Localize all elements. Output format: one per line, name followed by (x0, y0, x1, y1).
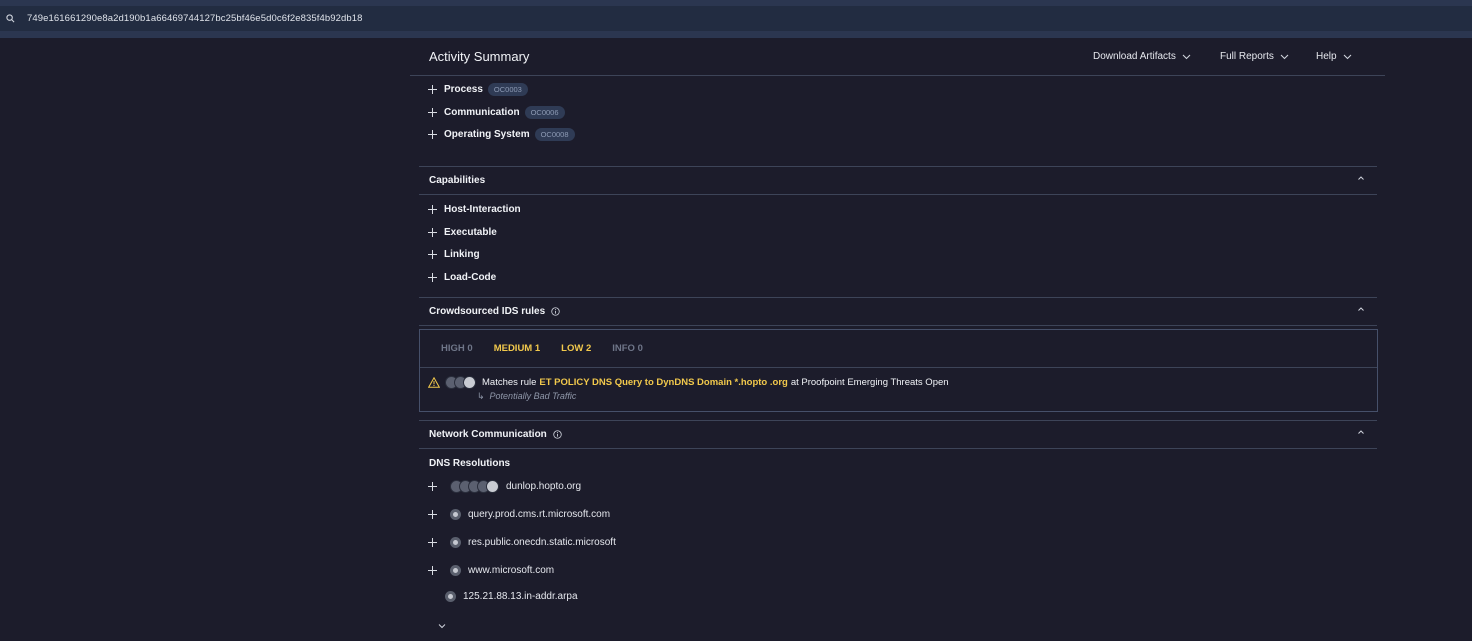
dns-domain[interactable]: dunlop.hopto.org (506, 481, 581, 492)
full-reports-menu[interactable]: Full Reports (1220, 51, 1289, 62)
activity-label: Operating System (444, 129, 530, 140)
activity-summary-header: Activity Summary Download Artifacts Full… (410, 38, 1385, 76)
help-label: Help (1316, 51, 1337, 62)
chevron-down-icon[interactable] (437, 622, 447, 630)
plus-icon[interactable] (427, 226, 439, 238)
capability-item[interactable]: Executable (427, 226, 497, 238)
info-icon[interactable] (553, 430, 562, 439)
download-artifacts-menu[interactable]: Download Artifacts (1093, 51, 1191, 62)
chevron-down-icon (1182, 54, 1191, 59)
chevron-up-icon[interactable] (1357, 305, 1365, 313)
dns-row[interactable]: query.prod.cms.rt.microsoft.com (427, 508, 610, 520)
capabilities-header[interactable]: Capabilities (419, 166, 1377, 195)
capability-label: Load-Code (444, 271, 497, 283)
ids-rules-panel: HIGH 0 MEDIUM 1 LOW 2 INFO 0 Matches rul… (419, 329, 1378, 412)
rule-name-link[interactable]: ET POLICY DNS Query to DynDNS Domain *.h… (539, 377, 787, 388)
network-communication-header[interactable]: Network Communication (419, 420, 1377, 449)
ids-title: Crowdsourced IDS rules (429, 306, 546, 317)
severity-filters: HIGH 0 MEDIUM 1 LOW 2 INFO 0 (441, 343, 643, 354)
plus-icon[interactable] (427, 248, 439, 260)
dns-domain[interactable]: www.microsoft.com (468, 565, 554, 576)
dns-row[interactable]: www.microsoft.com (427, 564, 554, 576)
search-icon[interactable] (0, 14, 20, 23)
download-artifacts-label: Download Artifacts (1093, 51, 1176, 62)
chevron-down-icon (1280, 54, 1289, 59)
severity-high[interactable]: HIGH 0 (441, 343, 473, 354)
help-menu[interactable]: Help (1316, 51, 1352, 62)
activity-item-process[interactable]: Process OC0003 (427, 83, 528, 96)
detector-avatars (450, 480, 499, 493)
detector-icon (463, 376, 476, 389)
globe-icon (445, 591, 456, 602)
chevron-up-icon[interactable] (1357, 174, 1365, 182)
globe-icon (450, 508, 461, 520)
ids-rule-match: Matches rule ET POLICY DNS Query to DynD… (428, 376, 949, 389)
globe-icon (450, 536, 461, 548)
objective-tag: OC0006 (524, 106, 565, 119)
full-reports-label: Full Reports (1220, 51, 1274, 62)
section-title: Crowdsourced IDS rules (429, 306, 560, 317)
activity-item-operating-system[interactable]: Operating System OC0008 (427, 128, 575, 141)
severity-low[interactable]: LOW 2 (561, 343, 591, 354)
objective-tag: OC0003 (487, 83, 528, 96)
plus-icon[interactable] (427, 203, 439, 215)
search-bar[interactable]: 749e161661290e8a2d190b1a66469744127bc25b… (0, 6, 1472, 31)
severity-medium[interactable]: MEDIUM 1 (494, 343, 540, 354)
rule-prefix: Matches rule (482, 377, 537, 388)
dns-domain[interactable]: res.public.onecdn.static.microsoft (468, 537, 616, 548)
activity-item-communication[interactable]: Communication OC0006 (427, 106, 565, 119)
globe-icon (450, 564, 461, 576)
plus-icon[interactable] (427, 508, 439, 520)
rule-suffix: at Proofpoint Emerging Threats Open (790, 377, 949, 388)
severity-info[interactable]: INFO 0 (612, 343, 643, 354)
subitem-arrow-icon: ↳ (477, 391, 485, 401)
rule-category: ↳ Potentially Bad Traffic (477, 391, 576, 402)
plus-icon[interactable] (427, 107, 439, 119)
activity-label: Process (444, 84, 483, 95)
plus-icon[interactable] (427, 481, 439, 493)
dns-row[interactable]: dunlop.hopto.org (427, 480, 581, 493)
ids-rules-header[interactable]: Crowdsourced IDS rules (419, 297, 1377, 326)
plus-icon[interactable] (427, 129, 439, 141)
dns-row: 125.21.88.13.in-addr.arpa (445, 591, 578, 602)
activity-label: Communication (444, 107, 520, 118)
capability-label: Linking (444, 248, 480, 260)
plus-icon[interactable] (427, 564, 439, 576)
page-title: Activity Summary (429, 49, 530, 64)
chevron-up-icon[interactable] (1357, 428, 1365, 436)
capability-item[interactable]: Linking (427, 248, 480, 260)
capability-label: Executable (444, 226, 497, 238)
dns-resolutions-title: DNS Resolutions (429, 458, 511, 469)
capability-item[interactable]: Host-Interaction (427, 203, 521, 215)
divider (420, 367, 1377, 368)
section-title: Network Communication (429, 429, 562, 440)
plus-icon[interactable] (427, 536, 439, 548)
dns-domain[interactable]: 125.21.88.13.in-addr.arpa (463, 591, 578, 602)
network-title: Network Communication (429, 429, 547, 440)
search-border (0, 31, 1472, 38)
plus-icon[interactable] (427, 84, 439, 96)
plus-icon[interactable] (427, 271, 439, 283)
capability-label: Host-Interaction (444, 203, 521, 215)
chevron-down-icon (1343, 54, 1351, 59)
detector-avatars (445, 376, 476, 389)
rule-category-text: Potentially Bad Traffic (489, 391, 577, 401)
info-icon[interactable] (551, 307, 560, 316)
objective-tag: OC0008 (534, 128, 575, 141)
dns-domain[interactable]: query.prod.cms.rt.microsoft.com (468, 509, 610, 520)
dns-row[interactable]: res.public.onecdn.static.microsoft (427, 536, 616, 548)
capability-item[interactable]: Load-Code (427, 271, 496, 283)
warning-icon (428, 377, 440, 388)
detector-icon (486, 480, 499, 493)
section-title: Capabilities (429, 175, 486, 186)
search-input[interactable]: 749e161661290e8a2d190b1a66469744127bc25b… (27, 13, 363, 24)
